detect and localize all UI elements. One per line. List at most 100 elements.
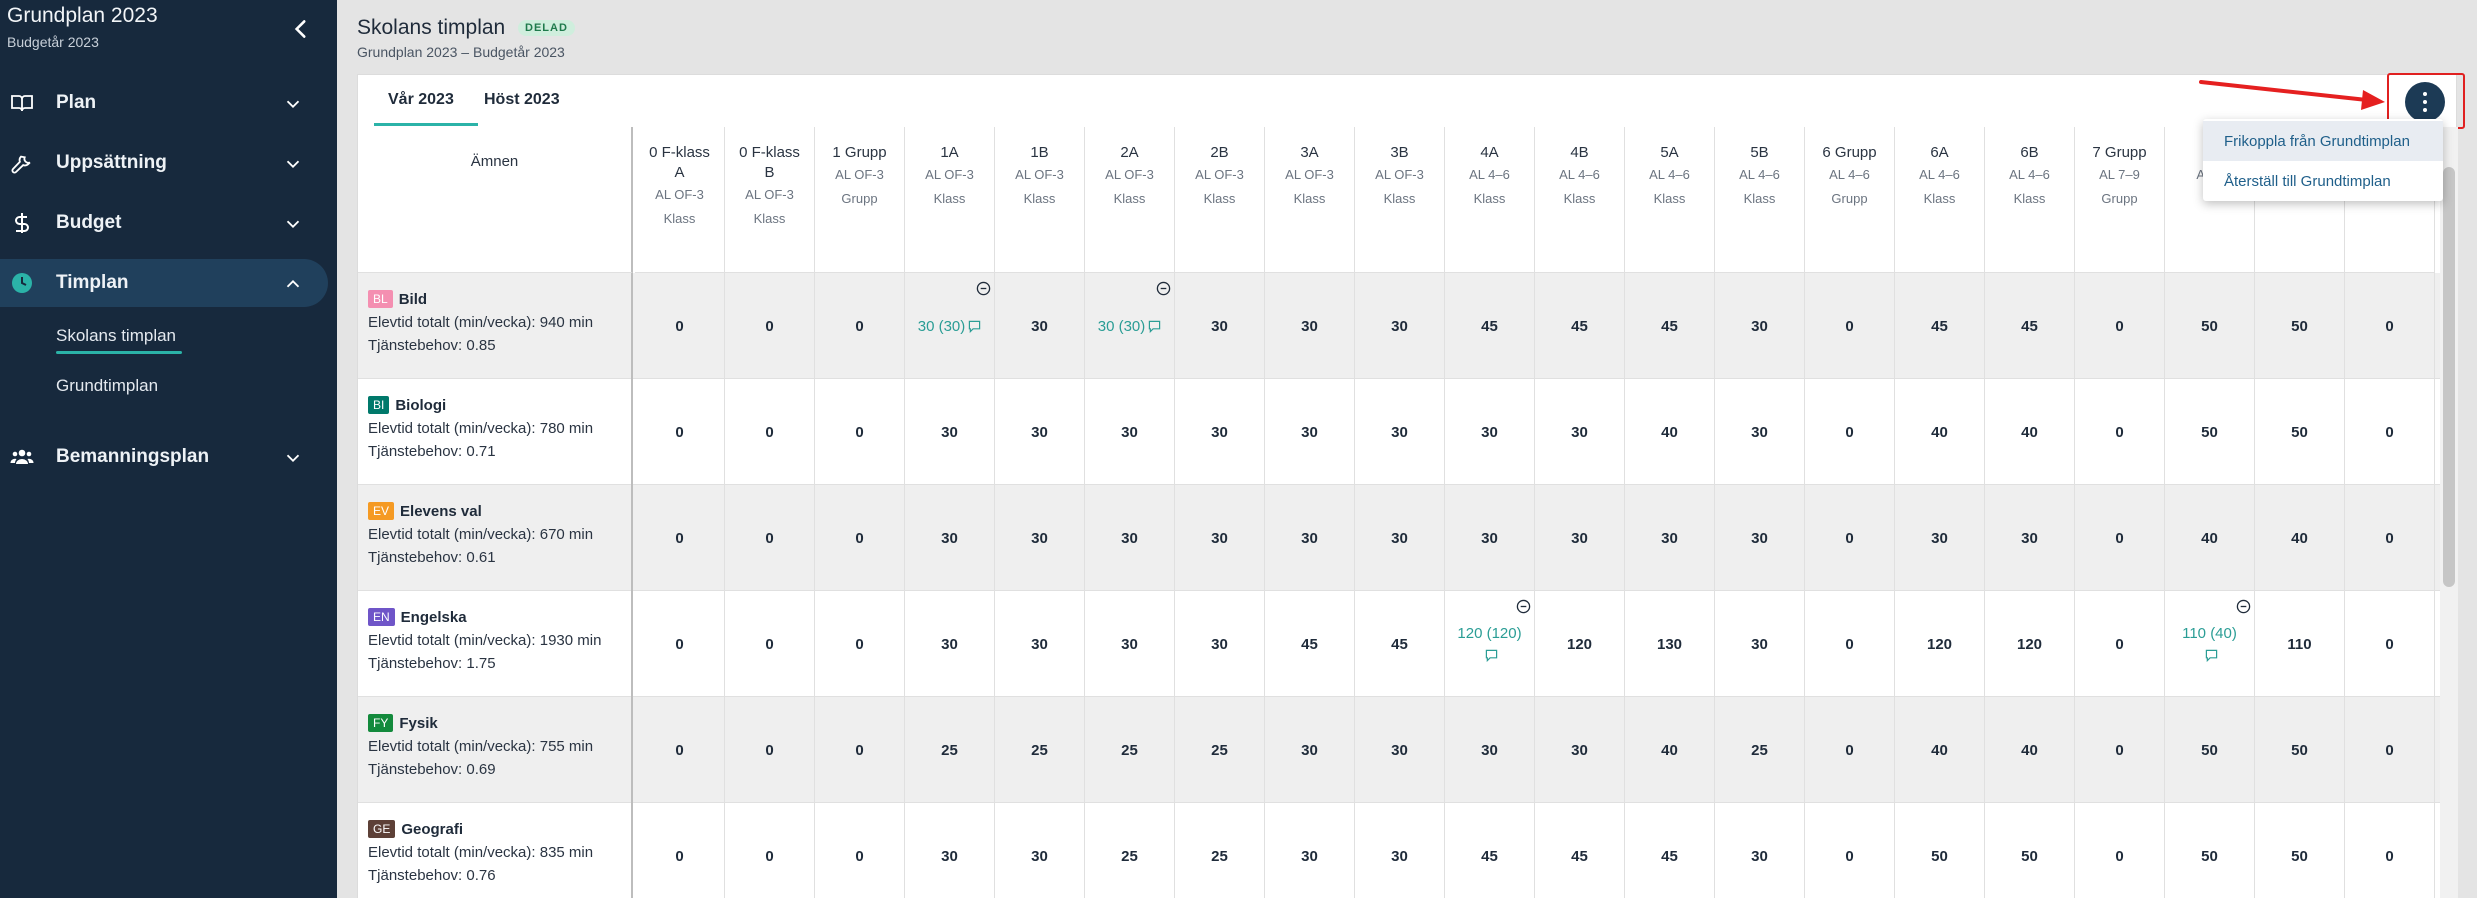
value-cell[interactable]: 30 [1445, 379, 1535, 485]
nav-item-bemanningsplan[interactable]: Bemanningsplan [0, 433, 328, 481]
value-cell[interactable]: 0 [1805, 697, 1895, 803]
value-cell[interactable]: 0 [725, 697, 815, 803]
value-cell[interactable]: 30 [1535, 379, 1625, 485]
value-cell[interactable]: 40 [1895, 379, 1985, 485]
value-cell[interactable]: 45 [1985, 273, 2075, 379]
value-cell[interactable]: 30 [1715, 273, 1805, 379]
comment-icon[interactable] [1148, 320, 1161, 334]
value-cell[interactable]: 30 [1445, 697, 1535, 803]
value-cell[interactable]: 0 [635, 379, 725, 485]
value-cell[interactable]: 50 [2165, 273, 2255, 379]
value-cell[interactable]: 0 [1805, 273, 1895, 379]
minus-circle-icon[interactable] [1156, 281, 1171, 296]
subject-cell[interactable]: GE Geografi Elevtid totalt (min/vecka): 83… [358, 803, 633, 898]
subject-cell[interactable]: EN Engelska Elevtid totalt (min/vecka): 19… [358, 591, 633, 697]
value-cell[interactable]: 30 [1355, 697, 1445, 803]
value-cell[interactable]: 30 [905, 379, 995, 485]
value-cell[interactable]: 30 [1355, 273, 1445, 379]
value-cell[interactable]: 30 (30) [1085, 273, 1175, 379]
value-cell[interactable]: 0 [2345, 273, 2435, 379]
minus-circle-icon[interactable] [1516, 599, 1531, 614]
value-cell[interactable]: 0 [815, 273, 905, 379]
value-cell[interactable]: 0 [1805, 803, 1895, 898]
value-cell[interactable]: 45 [1625, 273, 1715, 379]
value-cell[interactable]: 0 [2345, 379, 2435, 485]
value-cell[interactable]: 30 [995, 485, 1085, 591]
value-cell[interactable]: 0 [815, 591, 905, 697]
value-cell[interactable]: 50 [1985, 803, 2075, 898]
value-cell[interactable]: 25 [1085, 697, 1175, 803]
tab-var-2023[interactable]: Vår 2023 [388, 91, 454, 109]
value-cell[interactable]: 0 [2345, 697, 2435, 803]
value-cell[interactable]: 30 [995, 273, 1085, 379]
value-cell[interactable]: 0 [2075, 273, 2165, 379]
value-cell[interactable]: 120 [1895, 591, 1985, 697]
value-cell[interactable]: 0 [2075, 803, 2165, 898]
value-cell[interactable]: 40 [1625, 697, 1715, 803]
subject-cell[interactable]: EV Elevens val Elevtid totalt (min/vecka):… [358, 485, 633, 591]
value-cell[interactable]: 30 [1715, 379, 1805, 485]
value-cell[interactable]: 50 [2165, 379, 2255, 485]
value-cell[interactable]: 45 [1625, 803, 1715, 898]
nav-item-plan[interactable]: Plan [0, 79, 328, 127]
value-cell[interactable]: 30 [1355, 803, 1445, 898]
comment-icon[interactable] [1485, 649, 1498, 662]
value-cell[interactable]: 30 [1355, 485, 1445, 591]
minus-circle-icon[interactable] [976, 281, 991, 296]
value-cell[interactable]: 30 [1265, 697, 1355, 803]
value-cell[interactable]: 0 [1805, 485, 1895, 591]
value-cell[interactable]: 30 [1535, 485, 1625, 591]
value-cell[interactable]: 30 [1625, 485, 1715, 591]
value-cell[interactable]: 0 [635, 485, 725, 591]
more-options-button[interactable] [2405, 82, 2445, 122]
value-cell[interactable]: 30 [1715, 485, 1805, 591]
vertical-scrollbar[interactable] [2440, 127, 2458, 898]
value-cell[interactable]: 0 [725, 273, 815, 379]
value-cell[interactable]: 50 [2255, 379, 2345, 485]
value-cell[interactable]: 30 [1085, 379, 1175, 485]
value-cell[interactable]: 25 [905, 697, 995, 803]
value-cell[interactable]: 30 [1895, 485, 1985, 591]
chevron-left-icon[interactable] [288, 16, 314, 42]
value-cell[interactable]: 0 [815, 379, 905, 485]
value-cell[interactable]: 50 [1895, 803, 1985, 898]
value-cell[interactable]: 40 [2165, 485, 2255, 591]
value-cell[interactable]: 0 [2345, 591, 2435, 697]
value-cell[interactable]: 45 [1535, 803, 1625, 898]
value-cell[interactable]: 30 [1535, 697, 1625, 803]
tab-host-2023[interactable]: Höst 2023 [484, 91, 560, 109]
value-cell[interactable]: 0 [1805, 591, 1895, 697]
value-cell[interactable]: 0 [725, 803, 815, 898]
value-cell[interactable]: 30 [995, 591, 1085, 697]
nav-subitem-skolans-timplan[interactable]: Skolans timplan [56, 326, 176, 346]
value-cell[interactable]: 0 [2075, 697, 2165, 803]
value-cell[interactable]: 0 [635, 273, 725, 379]
minus-circle-icon[interactable] [2236, 599, 2251, 614]
value-cell[interactable]: 120 (120) [1445, 591, 1535, 697]
value-cell[interactable]: 0 [635, 697, 725, 803]
value-cell[interactable]: 120 [1535, 591, 1625, 697]
value-cell[interactable]: 45 [1445, 273, 1535, 379]
value-cell[interactable]: 50 [2255, 803, 2345, 898]
value-cell[interactable]: 40 [1985, 697, 2075, 803]
value-cell[interactable]: 45 [1355, 591, 1445, 697]
scrollbar-thumb[interactable] [2443, 167, 2455, 587]
subject-cell[interactable]: BL Bild Elevtid totalt (min/vecka): 940 mi… [358, 273, 633, 379]
value-cell[interactable]: 30 (30) [905, 273, 995, 379]
value-cell[interactable]: 25 [1715, 697, 1805, 803]
value-cell[interactable]: 30 [1355, 379, 1445, 485]
value-cell[interactable]: 25 [1175, 803, 1265, 898]
menu-item-aterstall[interactable]: Återställ till Grundtimplan [2203, 161, 2443, 201]
comment-icon[interactable] [968, 320, 981, 334]
value-cell[interactable]: 30 [1985, 485, 2075, 591]
value-cell[interactable]: 50 [2165, 803, 2255, 898]
value-cell[interactable]: 40 [1625, 379, 1715, 485]
nav-item-timplan[interactable]: Timplan [0, 259, 328, 307]
value-cell[interactable]: 110 [2255, 591, 2345, 697]
value-cell[interactable]: 30 [1085, 485, 1175, 591]
value-cell[interactable]: 0 [725, 485, 815, 591]
value-cell[interactable]: 0 [1805, 379, 1895, 485]
value-cell[interactable]: 30 [1175, 379, 1265, 485]
value-cell[interactable]: 50 [2165, 697, 2255, 803]
value-cell[interactable]: 0 [2345, 485, 2435, 591]
